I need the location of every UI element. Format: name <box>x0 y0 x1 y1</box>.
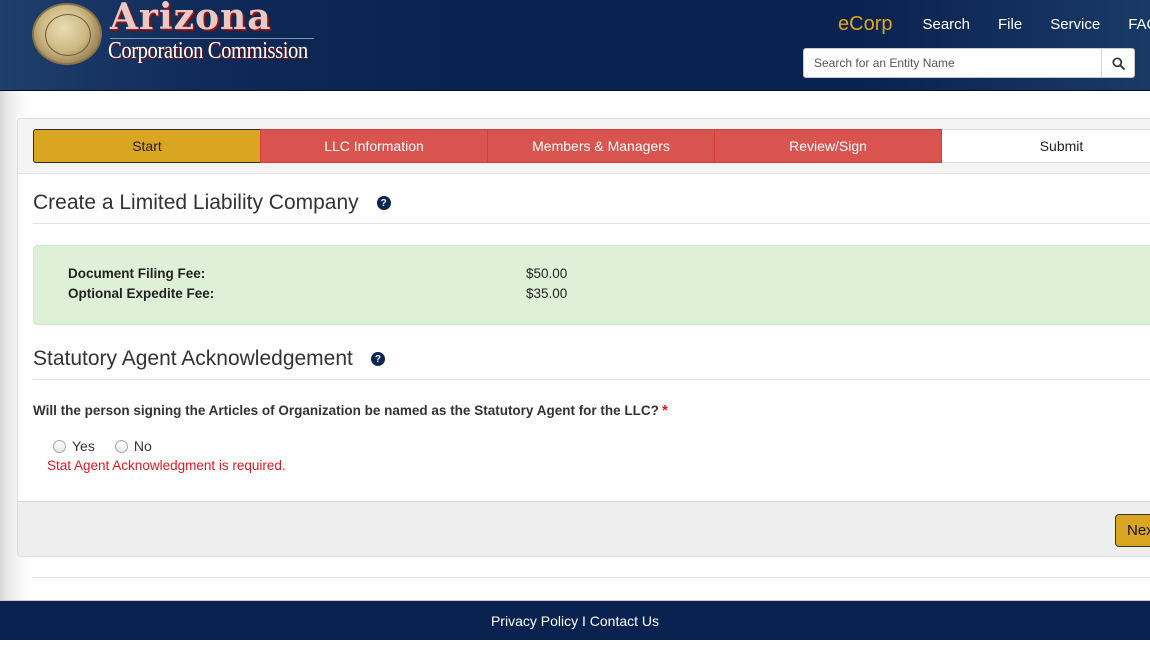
step-llc-information[interactable]: LLC Information <box>260 129 488 163</box>
step-review-sign[interactable]: Review/Sign <box>714 129 942 163</box>
footer-separator: I <box>582 612 586 629</box>
fee-amount: $50.00 <box>526 266 568 281</box>
fee-label: Optional Expedite Fee: <box>68 286 215 301</box>
fee-label: Document Filing Fee: <box>68 266 206 281</box>
magnifier-icon <box>1111 56 1125 70</box>
fee-summary: Document Filing Fee: $50.00 Optional Expe… <box>33 245 1150 325</box>
ack-section-title-row: Statutory Agent Acknowledgement ? <box>33 347 385 371</box>
nav-brand-ecorp[interactable]: eCorp <box>838 13 892 36</box>
site-footer: Privacy Policy I Contact Us <box>0 600 1150 640</box>
logo-title: Arizona <box>110 0 272 38</box>
top-nav: eCorp Search File Service FAQ <box>838 10 1150 38</box>
radio-button[interactable] <box>114 439 128 453</box>
wizard-steps: Start LLC Information Members & Managers… <box>33 129 1150 163</box>
help-icon[interactable]: ? <box>370 352 385 366</box>
step-start[interactable]: Start <box>33 129 261 163</box>
required-asterisk: * <box>661 402 668 419</box>
search-button[interactable] <box>1101 49 1134 77</box>
radio-yes[interactable]: Yes <box>53 438 95 454</box>
radio-label: Yes <box>72 438 95 454</box>
entity-search-input[interactable] <box>804 49 1101 77</box>
radio-button[interactable] <box>53 439 66 453</box>
logo-subtitle: Corporation Commission <box>108 38 308 64</box>
radio-label: No <box>133 438 152 454</box>
stat-agent-question: Will the person signing the Articles of … <box>33 402 668 419</box>
divider <box>32 577 1150 578</box>
state-seal-icon <box>32 3 102 65</box>
nav-link-faq[interactable]: FAQ <box>1128 16 1150 33</box>
panel-footer: Next <box>18 501 1150 556</box>
divider <box>33 223 1150 224</box>
page-bottom <box>0 640 1150 647</box>
footer-links: Privacy Policy I Contact Us <box>491 613 659 629</box>
nav-link-search[interactable]: Search <box>922 16 970 33</box>
next-button[interactable]: Next <box>1115 514 1150 547</box>
step-members-managers[interactable]: Members & Managers <box>487 129 715 163</box>
contact-us-link[interactable]: Contact Us <box>590 613 659 629</box>
radio-no[interactable]: No <box>114 438 152 454</box>
entity-search <box>803 48 1135 78</box>
help-icon[interactable]: ? <box>376 196 391 210</box>
fee-row: Optional Expedite Fee: $35.00 <box>68 286 567 301</box>
question-text: Will the person signing the Articles of … <box>33 403 659 418</box>
divider <box>33 379 1150 380</box>
ack-section-title: Statutory Agent Acknowledgement <box>33 347 353 370</box>
page-title-row: Create a Limited Liability Company ? <box>33 191 391 215</box>
llc-wizard-panel: Start LLC Information Members & Managers… <box>17 118 1150 557</box>
fee-amount: $35.00 <box>526 286 568 301</box>
stat-agent-radio-group: Yes No <box>53 438 172 454</box>
arizona-corporation-commission-logo[interactable]: Arizona Corporation Commission <box>30 0 320 72</box>
page-title: Create a Limited Liability Company <box>33 191 359 214</box>
site-header: Arizona Corporation Commission eCorp Sea… <box>0 0 1150 91</box>
validation-error: Stat Agent Acknowledgment is required. <box>47 458 286 473</box>
privacy-policy-link[interactable]: Privacy Policy <box>491 613 578 629</box>
fee-row: Document Filing Fee: $50.00 <box>68 266 567 281</box>
nav-link-file[interactable]: File <box>998 16 1022 33</box>
wizard-step-bar: Start LLC Information Members & Managers… <box>18 119 1150 174</box>
step-submit[interactable]: Submit <box>942 129 1150 163</box>
nav-link-service[interactable]: Service <box>1050 16 1100 33</box>
